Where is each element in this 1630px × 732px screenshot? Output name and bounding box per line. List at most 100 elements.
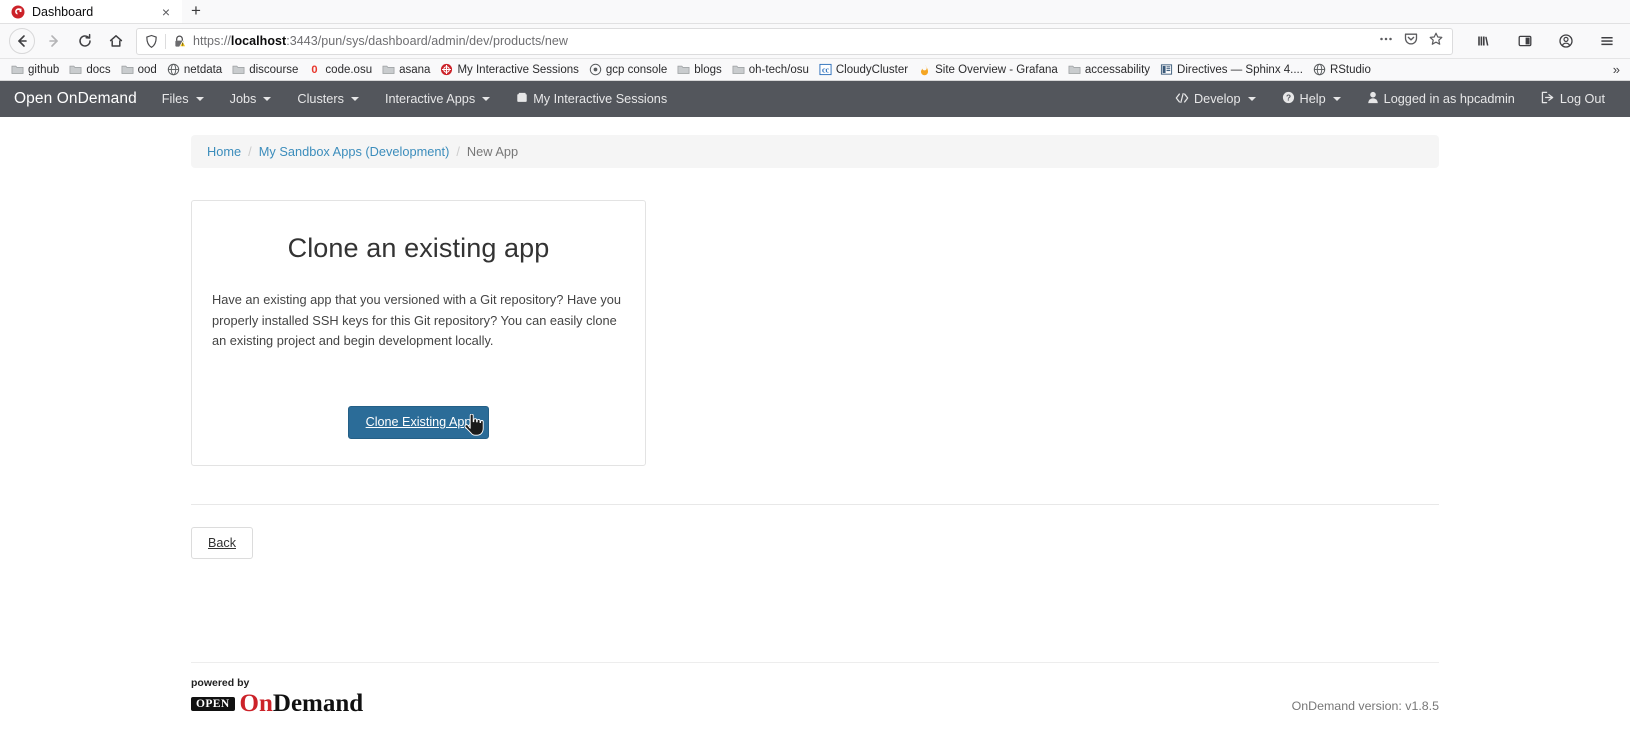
- nav-label: Jobs: [230, 92, 257, 106]
- home-button[interactable]: [101, 27, 130, 56]
- nav-label: Log Out: [1560, 92, 1605, 106]
- code-icon: [1175, 92, 1189, 107]
- star-icon[interactable]: [1428, 31, 1444, 52]
- chevron-down-icon: [263, 97, 271, 101]
- menu-icon[interactable]: [1592, 27, 1621, 56]
- nav-item-clusters[interactable]: Clusters: [284, 81, 372, 117]
- forward-button[interactable]: [39, 27, 68, 56]
- nav-item-develop[interactable]: Develop: [1162, 81, 1269, 117]
- nav-item-files[interactable]: Files: [149, 81, 217, 117]
- page-footer: powered by OPEN OnDemand OnDemand versio…: [191, 662, 1439, 732]
- bookmark-item[interactable]: ood: [116, 61, 162, 78]
- svg-text:0: 0: [312, 64, 318, 76]
- url-path: :3443/pun/sys/dashboard/admin/dev/produc…: [286, 34, 568, 48]
- nav-label: Clusters: [297, 92, 344, 106]
- bookmark-item[interactable]: Site Overview - Grafana: [913, 61, 1063, 78]
- url-scheme: https://: [193, 34, 231, 48]
- breadcrumb-item-home[interactable]: Home: [207, 144, 241, 159]
- card-actions: Clone Existing App: [212, 406, 625, 439]
- ood-icon: [440, 63, 453, 76]
- ondemand-version: OnDemand version: v1.8.5: [1292, 699, 1439, 716]
- bookmark-item[interactable]: Directives — Sphinx 4....: [1155, 61, 1308, 78]
- url-text[interactable]: https://localhost:3443/pun/sys/dashboard…: [193, 34, 1372, 48]
- bookmark-item[interactable]: accessability: [1063, 61, 1155, 78]
- globe-icon: [167, 63, 180, 76]
- bookmark-label: accessability: [1085, 64, 1150, 76]
- bookmark-label: My Interactive Sessions: [457, 64, 578, 76]
- bookmark-item[interactable]: blogs: [672, 61, 727, 78]
- grafana-icon: [918, 63, 931, 76]
- bookmark-item[interactable]: docs: [64, 61, 115, 78]
- new-tab-button[interactable]: +: [182, 0, 210, 23]
- svg-text:?: ?: [1285, 93, 1290, 103]
- bookmark-label: blogs: [694, 64, 722, 76]
- bookmark-item[interactable]: gcp console: [584, 61, 672, 78]
- clone-app-card: Clone an existing app Have an existing a…: [191, 200, 646, 466]
- warning-lock-icon[interactable]: [172, 34, 187, 49]
- breadcrumb-item-sandbox-apps[interactable]: My Sandbox Apps (Development): [259, 144, 450, 159]
- nav-label: Develop: [1194, 92, 1241, 106]
- ondemand-navbar: Open OnDemand Files Jobs Clusters Intera…: [0, 81, 1630, 117]
- nav-label: Files: [162, 92, 189, 106]
- section-divider: [191, 504, 1439, 505]
- ellipsis-icon[interactable]: [1378, 31, 1394, 52]
- gcp-icon: [589, 63, 602, 76]
- account-icon[interactable]: [1551, 27, 1580, 56]
- bookmark-item[interactable]: 0 code.osu: [303, 61, 377, 78]
- url-bar[interactable]: https://localhost:3443/pun/sys/dashboard…: [136, 28, 1453, 55]
- brand-logo[interactable]: Open OnDemand: [12, 90, 149, 108]
- pocket-icon[interactable]: [1403, 31, 1419, 52]
- card-description: Have an existing app that you versioned …: [212, 290, 625, 352]
- clone-existing-app-button[interactable]: Clone Existing App: [348, 406, 490, 439]
- nav-item-jobs[interactable]: Jobs: [217, 81, 285, 117]
- bookmark-item[interactable]: My Interactive Sessions: [435, 61, 583, 78]
- bookmark-item[interactable]: discourse: [227, 61, 303, 78]
- bookmark-label: CloudyCluster: [836, 64, 908, 76]
- nav-item-help[interactable]: ? Help: [1269, 81, 1354, 117]
- reload-button[interactable]: [70, 27, 99, 56]
- bookmark-label: code.osu: [325, 64, 372, 76]
- close-icon[interactable]: ×: [158, 4, 174, 20]
- folder-icon: [732, 63, 745, 76]
- cloudycluster-icon: cc: [819, 63, 832, 76]
- nav-item-log-out[interactable]: Log Out: [1528, 81, 1618, 117]
- folder-icon: [382, 63, 395, 76]
- bookmark-item[interactable]: netdata: [162, 61, 227, 78]
- bookmark-item[interactable]: github: [6, 61, 64, 78]
- url-divider: [165, 34, 166, 49]
- breadcrumb-separator: /: [248, 144, 252, 159]
- question-circle-icon: ?: [1282, 91, 1295, 107]
- browser-tab-dashboard[interactable]: Dashboard ×: [0, 0, 182, 23]
- bookmark-item[interactable]: RStudio: [1308, 61, 1376, 78]
- chevron-down-icon: [351, 97, 359, 101]
- library-icon[interactable]: [1469, 27, 1498, 56]
- folder-icon: [1068, 63, 1081, 76]
- nav-item-logged-in-user[interactable]: Logged in as hpcadmin: [1354, 81, 1528, 117]
- bookmark-label: Directives — Sphinx 4....: [1177, 64, 1303, 76]
- back-button[interactable]: Back: [191, 527, 253, 559]
- chevron-down-icon: [1333, 97, 1341, 101]
- browser-toolbar: https://localhost:3443/pun/sys/dashboard…: [0, 24, 1630, 59]
- powered-by-label: powered by: [191, 677, 363, 689]
- bookmark-item[interactable]: cc CloudyCluster: [814, 61, 913, 78]
- back-button[interactable]: [9, 28, 35, 54]
- sidebar-icon[interactable]: [1510, 27, 1539, 56]
- nav-item-my-interactive-sessions[interactable]: My Interactive Sessions: [503, 81, 680, 117]
- logout-icon: [1541, 91, 1555, 107]
- breadcrumb-separator: /: [456, 144, 460, 159]
- nav-item-interactive-apps[interactable]: Interactive Apps: [372, 81, 503, 117]
- bookmark-label: discourse: [249, 64, 298, 76]
- ondemand-wordmark-accent: On: [240, 691, 273, 716]
- url-host: localhost: [231, 34, 286, 48]
- globe-icon: [1313, 63, 1326, 76]
- toolbar-right-actions: [1461, 27, 1621, 56]
- bookmark-item[interactable]: oh-tech/osu: [727, 61, 814, 78]
- bookmark-item[interactable]: asana: [377, 61, 435, 78]
- nav-label: Logged in as hpcadmin: [1384, 92, 1515, 106]
- breadcrumb: Home / My Sandbox Apps (Development) / N…: [191, 135, 1439, 168]
- folder-icon: [232, 63, 245, 76]
- ondemand-wordmark: OnDemand: [240, 691, 364, 716]
- browser-tab-title: Dashboard: [32, 5, 151, 19]
- tracking-protection-shield-icon[interactable]: [144, 34, 159, 49]
- bookmarks-overflow-chevron-icon[interactable]: »: [1613, 62, 1624, 77]
